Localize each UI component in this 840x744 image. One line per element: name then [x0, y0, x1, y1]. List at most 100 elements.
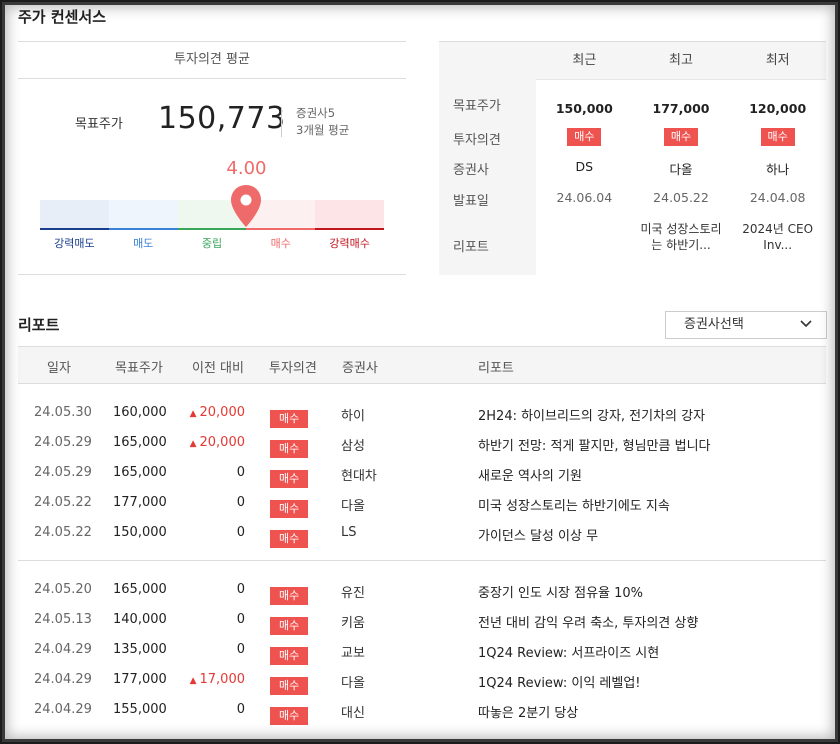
buy-badge: 매수: [270, 617, 309, 635]
row-label-opinion: 투자의견: [453, 133, 501, 148]
row-label-broker: 증권사: [453, 163, 489, 178]
scale-label: 강력매도: [54, 237, 95, 250]
header-change: 이전 대비: [192, 361, 244, 376]
header-broker: 증권사: [342, 361, 378, 376]
row-broker: 삼성: [341, 439, 365, 454]
table-row[interactable]: 24.05.13 140,000 0 매수 키움 전년 대비 감익 우려 축소, 투자의견…: [18, 605, 826, 635]
row-report-link[interactable]: 가이던스 달성 이상 무: [478, 525, 598, 544]
row-report-link[interactable]: 2H24: 하이브리드의 강자, 전기차의 강자: [478, 405, 705, 424]
consensus-header: 투자의견 평균: [18, 41, 406, 79]
row-broker: 대신: [341, 706, 365, 721]
up-arrow-icon: ▲: [189, 676, 197, 686]
recent-date: 24.06.04: [556, 190, 613, 205]
table-row[interactable]: 24.04.29 135,000 0 매수 교보 1Q24 Review: 서프라이즈 시…: [18, 635, 826, 665]
broker-count-text: 증권사5: [296, 106, 336, 120]
header-report: 리포트: [478, 361, 514, 376]
row-date: 24.05.22: [34, 495, 92, 510]
reports-table-header: 일자 목표주가 이전 대비 투자의견 증권사 리포트: [18, 346, 826, 384]
buy-badge: 매수: [270, 677, 309, 695]
scale-segment: [108, 200, 178, 230]
row-target-price: 165,000: [113, 435, 167, 450]
recent-opinions-panel: 최근 최고 최저 목표주가 150,000 177,000 120,000 투자…: [439, 41, 826, 276]
divider: [281, 107, 282, 137]
scale-segment: [315, 200, 384, 230]
row-date: 24.05.13: [34, 612, 92, 627]
buy-badge: 매수: [270, 500, 309, 518]
divider: [18, 560, 826, 561]
table-row[interactable]: 24.04.29 155,000 0 매수 대신 따놓은 2분기 당상: [18, 695, 826, 725]
row-broker: 교보: [341, 646, 365, 661]
row-change: ▲ 17,000: [178, 672, 245, 687]
row-change-value: 20,000: [199, 435, 246, 450]
table-row[interactable]: 24.05.30 160,000 ▲ 20,000 매수 하이 2H24: 하이브리드의 강…: [18, 398, 826, 428]
table-row[interactable]: 24.05.22 150,000 0 매수 LS 가이던스 달성 이상 무: [18, 518, 826, 548]
row-date: 24.04.29: [34, 702, 92, 717]
buy-badge: 매수: [760, 128, 795, 146]
scale-label: 중립: [201, 237, 223, 250]
row-report-link[interactable]: 미국 성장스토리는 하반기에도 지속: [478, 495, 670, 514]
row-target-price: 165,000: [113, 465, 167, 480]
recent-broker: DS: [575, 159, 594, 174]
broker-select-label: 증권사선택: [684, 317, 744, 332]
scale-label: 매도: [133, 237, 154, 250]
row-report-link[interactable]: 하반기 전망: 적게 팔지만, 형님만큼 법니다: [478, 435, 711, 454]
low-report-link[interactable]: 2024년 CEO Inv...: [729, 221, 826, 253]
row-change: 0: [178, 495, 245, 510]
row-date: 24.05.22: [34, 525, 92, 540]
row-report-link[interactable]: 1Q24 Review: 이익 레벨업!: [478, 672, 641, 691]
opinion-scale-labels: 강력매도 매도 중립 매수 강력매수: [40, 235, 384, 251]
header-target-price: 목표주가: [115, 361, 163, 376]
row-broker: LS: [341, 525, 357, 540]
row-target-price: 140,000: [113, 612, 167, 627]
table-row[interactable]: 24.05.29 165,000 0 매수 현대차 새로운 역사의 기원: [18, 458, 826, 488]
row-broker: 현대차: [341, 469, 377, 484]
row-change-value: 17,000: [199, 672, 246, 687]
row-target-price: 177,000: [113, 495, 167, 510]
row-report-link[interactable]: 1Q24 Review: 서프라이즈 시현: [478, 642, 659, 661]
row-change-value: 0: [236, 612, 245, 627]
row-change: 0: [178, 612, 245, 627]
row-date: 24.04.29: [34, 672, 92, 687]
high-date: 24.05.22: [653, 190, 709, 205]
row-label-report: 리포트: [453, 240, 489, 255]
page-title: 주가 컨센서스: [18, 8, 107, 26]
reports-title: 리포트: [18, 316, 60, 334]
chevron-down-icon: [800, 320, 812, 328]
target-price-label: 목표주가: [75, 117, 123, 132]
row-broker: 키움: [341, 616, 365, 631]
table-row[interactable]: 24.05.29 165,000 ▲ 20,000 매수 삼성 하반기 전망: 적게 팔지만…: [18, 428, 826, 458]
row-change-value: 20,000: [199, 405, 246, 420]
row-report-link[interactable]: 전년 대비 감익 우려 축소, 투자의견 상향: [478, 612, 698, 631]
col-high: 최고: [669, 53, 693, 68]
broker-select[interactable]: 증권사선택: [665, 311, 827, 339]
recent-dates: 24.06.04 24.05.22 24.04.08: [536, 190, 826, 205]
row-broker: 하이: [341, 409, 365, 424]
row-date: 24.04.29: [34, 642, 92, 657]
recent-header: 최근 최고 최저: [536, 42, 826, 80]
col-low: 최저: [765, 53, 790, 68]
row-date: 24.05.30: [34, 405, 92, 420]
header-opinion: 투자의견: [269, 361, 317, 376]
table-row[interactable]: 24.05.22 177,000 0 매수 다올 미국 성장스토리는 하반기에도 지속: [18, 488, 826, 518]
row-change: ▲ 20,000: [178, 405, 245, 420]
buy-badge: 매수: [567, 128, 602, 146]
row-report-link[interactable]: 따놓은 2분기 당상: [478, 702, 578, 721]
recent-price: 150,000: [555, 101, 613, 116]
high-report-link[interactable]: 미국 성장스토리는 하반기...: [633, 221, 730, 253]
row-date: 24.05.29: [34, 435, 92, 450]
row-report-link[interactable]: 중장기 인도 시장 점유율 10%: [478, 582, 643, 601]
buy-badge: 매수: [270, 410, 309, 428]
high-price: 177,000: [652, 101, 710, 116]
table-row[interactable]: 24.04.29 177,000 ▲ 17,000 매수 다올 1Q24 Review: 이…: [18, 665, 826, 695]
row-change: ▲ 20,000: [178, 435, 245, 450]
row-change: 0: [178, 582, 245, 597]
row-change-value: 0: [236, 465, 245, 480]
row-change: 0: [178, 702, 245, 717]
recent-report-link[interactable]: [536, 221, 633, 253]
buy-badge: 매수: [270, 440, 309, 458]
row-report-link[interactable]: 새로운 역사의 기원: [478, 465, 582, 484]
row-target-price: 165,000: [113, 582, 167, 597]
row-target-price: 155,000: [113, 702, 167, 717]
table-row[interactable]: 24.05.20 165,000 0 매수 유진 중장기 인도 시장 점유율 10%: [18, 575, 826, 605]
buy-badge: 매수: [663, 128, 699, 146]
